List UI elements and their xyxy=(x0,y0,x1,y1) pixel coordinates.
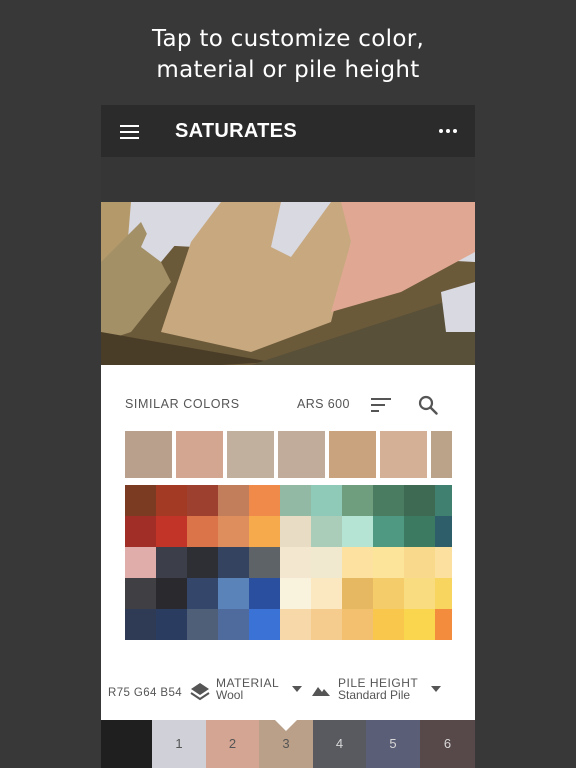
palette-color-cell[interactable] xyxy=(280,485,311,516)
palette-color-cell[interactable] xyxy=(280,578,311,609)
rug-preview-image[interactable] xyxy=(101,202,475,365)
palette-color-cell[interactable] xyxy=(435,547,452,578)
app-title: SATURATES xyxy=(175,120,297,142)
palette-color-cell[interactable] xyxy=(156,578,187,609)
palette-color-cell[interactable] xyxy=(249,485,280,516)
ars-code-label: ARS 600 xyxy=(297,397,350,411)
palette-color-cell[interactable] xyxy=(311,609,342,640)
color-palette-grid xyxy=(125,485,452,642)
palette-color-cell[interactable] xyxy=(125,485,156,516)
palette-color-cell[interactable] xyxy=(218,516,249,547)
material-dropdown-icon[interactable] xyxy=(291,685,303,693)
similar-color-swatch[interactable] xyxy=(329,431,376,478)
color-tab-blank[interactable] xyxy=(101,720,152,768)
palette-color-cell[interactable] xyxy=(404,547,435,578)
palette-color-cell[interactable] xyxy=(404,516,435,547)
app-screen: SATURATES SIMILAR COLORS ARS 600 R75 G64… xyxy=(101,105,475,768)
similar-colors-label: SIMILAR COLORS xyxy=(125,397,240,411)
palette-color-cell[interactable] xyxy=(125,578,156,609)
palette-color-cell[interactable] xyxy=(435,516,452,547)
app-bar: SATURATES xyxy=(101,105,475,157)
color-panel: SIMILAR COLORS ARS 600 xyxy=(101,365,475,720)
similar-colors-row xyxy=(125,431,452,478)
palette-color-cell[interactable] xyxy=(373,485,404,516)
palette-color-cell[interactable] xyxy=(435,485,452,516)
palette-color-cell[interactable] xyxy=(342,578,373,609)
palette-color-cell[interactable] xyxy=(187,578,218,609)
color-tab-5[interactable]: 5 xyxy=(366,720,420,768)
palette-color-cell[interactable] xyxy=(218,578,249,609)
palette-color-cell[interactable] xyxy=(342,547,373,578)
palette-color-cell[interactable] xyxy=(373,516,404,547)
color-tab-4[interactable]: 4 xyxy=(313,720,366,768)
caption-line-2: material or pile height xyxy=(156,57,420,83)
caption-line-1: Tap to customize color, xyxy=(151,26,425,52)
palette-color-cell[interactable] xyxy=(280,547,311,578)
palette-color-cell[interactable] xyxy=(311,547,342,578)
pile-height-value[interactable]: Standard Pile xyxy=(338,689,410,701)
palette-color-cell[interactable] xyxy=(187,547,218,578)
palette-color-cell[interactable] xyxy=(342,485,373,516)
color-tab-2[interactable]: 2 xyxy=(206,720,259,768)
palette-color-cell[interactable] xyxy=(373,547,404,578)
palette-color-cell[interactable] xyxy=(187,609,218,640)
palette-color-cell[interactable] xyxy=(187,485,218,516)
palette-color-cell[interactable] xyxy=(342,516,373,547)
palette-color-cell[interactable] xyxy=(249,609,280,640)
palette-color-cell[interactable] xyxy=(125,516,156,547)
options-bar: R75 G64 B54 MATERIAL Wool PILE HEIGHT St… xyxy=(101,675,475,720)
terrain-icon xyxy=(312,687,330,696)
palette-color-cell[interactable] xyxy=(311,578,342,609)
palette-color-cell[interactable] xyxy=(342,609,373,640)
material-value[interactable]: Wool xyxy=(216,689,243,701)
palette-color-cell[interactable] xyxy=(156,516,187,547)
palette-color-cell[interactable] xyxy=(373,609,404,640)
palette-color-cell[interactable] xyxy=(404,609,435,640)
palette-color-cell[interactable] xyxy=(187,516,218,547)
pile-height-dropdown-icon[interactable] xyxy=(430,685,442,693)
sort-icon[interactable] xyxy=(371,398,391,412)
palette-color-cell[interactable] xyxy=(311,485,342,516)
palette-color-cell[interactable] xyxy=(125,609,156,640)
similar-color-swatch[interactable] xyxy=(380,431,427,478)
palette-color-cell[interactable] xyxy=(404,485,435,516)
palette-color-cell[interactable] xyxy=(156,485,187,516)
palette-color-cell[interactable] xyxy=(404,578,435,609)
color-tab-1[interactable]: 1 xyxy=(152,720,206,768)
palette-color-cell[interactable] xyxy=(435,578,452,609)
palette-color-cell[interactable] xyxy=(280,516,311,547)
palette-color-cell[interactable] xyxy=(373,578,404,609)
palette-color-cell[interactable] xyxy=(280,609,311,640)
palette-color-cell[interactable] xyxy=(249,516,280,547)
palette-color-cell[interactable] xyxy=(125,547,156,578)
selected-tab-pointer xyxy=(275,720,297,731)
more-icon[interactable] xyxy=(439,129,457,135)
header-spacer xyxy=(101,157,475,202)
layers-icon xyxy=(190,683,210,701)
similar-color-swatch[interactable] xyxy=(431,431,452,478)
similar-color-swatch[interactable] xyxy=(176,431,223,478)
palette-color-cell[interactable] xyxy=(218,485,249,516)
palette-color-cell[interactable] xyxy=(249,547,280,578)
palette-color-cell[interactable] xyxy=(156,609,187,640)
palette-color-cell[interactable] xyxy=(156,547,187,578)
palette-color-cell[interactable] xyxy=(435,609,452,640)
menu-icon[interactable] xyxy=(120,125,139,139)
color-tab-6[interactable]: 6 xyxy=(420,720,475,768)
caption: Tap to customize color, material or pile… xyxy=(0,24,576,86)
palette-color-cell[interactable] xyxy=(311,516,342,547)
palette-color-cell[interactable] xyxy=(218,609,249,640)
similar-color-swatch[interactable] xyxy=(278,431,325,478)
search-icon[interactable] xyxy=(418,395,438,415)
palette-color-cell[interactable] xyxy=(249,578,280,609)
palette-color-cell[interactable] xyxy=(218,547,249,578)
rgb-code: R75 G64 B54 xyxy=(108,687,183,699)
similar-color-swatch[interactable] xyxy=(227,431,274,478)
similar-color-swatch[interactable] xyxy=(125,431,172,478)
